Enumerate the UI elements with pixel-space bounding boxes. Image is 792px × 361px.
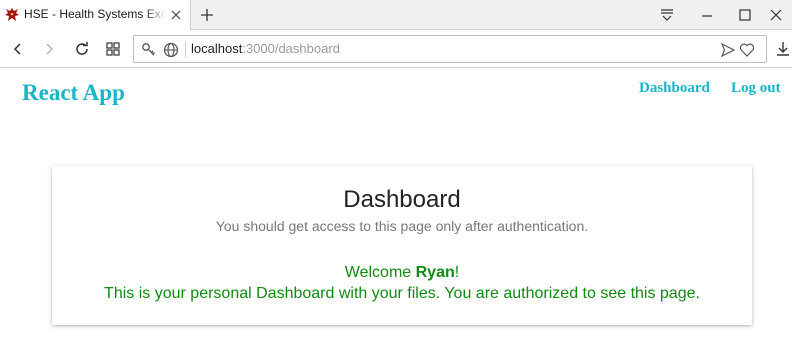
welcome-line: Welcome Ryan! (52, 264, 752, 282)
send-icon[interactable] (720, 42, 736, 58)
globe-icon[interactable] (163, 42, 179, 58)
heart-icon[interactable] (739, 42, 755, 58)
dashboard-card: Dashboard You should get access to this … (52, 166, 752, 325)
page-title: Dashboard (343, 186, 461, 213)
minimize-icon (702, 15, 712, 17)
browser-tab-bar: HSE - Health Systems Exchange (0, 0, 792, 30)
grid-icon (106, 42, 120, 56)
url-text[interactable]: localhost:3000/dashboard (191, 41, 340, 56)
back-arrow-icon (13, 43, 21, 55)
close-window-icon (770, 9, 782, 21)
reload-icon (76, 41, 88, 55)
forward-button[interactable] (38, 38, 60, 60)
url-host: localhost (191, 41, 243, 56)
nav-link-dashboard[interactable]: Dashboard (639, 80, 710, 97)
address-separator (185, 42, 186, 57)
back-button[interactable] (7, 38, 29, 60)
speed-dial-button[interactable] (102, 38, 124, 60)
browser-tab-title: HSE - Health Systems Exchange (24, 7, 166, 21)
address-bar[interactable]: localhost:3000/dashboard (133, 35, 767, 63)
close-tab-icon[interactable] (170, 9, 182, 21)
username: Ryan (415, 264, 455, 281)
welcome-prefix: Welcome (344, 264, 416, 281)
welcome-message: This is your personal Dashboard with you… (104, 285, 700, 302)
close-window-button[interactable] (760, 0, 792, 30)
minimize-button[interactable] (686, 0, 728, 30)
page-subtitle: You should get access to this page only … (215, 218, 589, 234)
nav-link-logout[interactable]: Log out (731, 80, 781, 97)
browser-navigation-bar: localhost:3000/dashboard (0, 30, 792, 68)
welcome-suffix: ! (454, 264, 460, 281)
reload-button[interactable] (71, 38, 93, 60)
url-path: :3000/dashboard (242, 41, 340, 56)
dragon-favicon-icon (5, 8, 19, 21)
app-brand-link[interactable]: React App (22, 80, 125, 106)
browser-tab[interactable]: HSE - Health Systems Exchange (0, 0, 191, 30)
downloads-button[interactable] (774, 38, 792, 60)
tab-menu-icon (661, 9, 673, 21)
maximize-icon (739, 9, 751, 21)
forward-arrow-icon (46, 43, 54, 55)
tab-menu-button[interactable] (646, 0, 688, 30)
key-icon[interactable] (141, 42, 157, 58)
new-tab-icon[interactable] (200, 8, 214, 22)
download-icon (777, 42, 789, 56)
